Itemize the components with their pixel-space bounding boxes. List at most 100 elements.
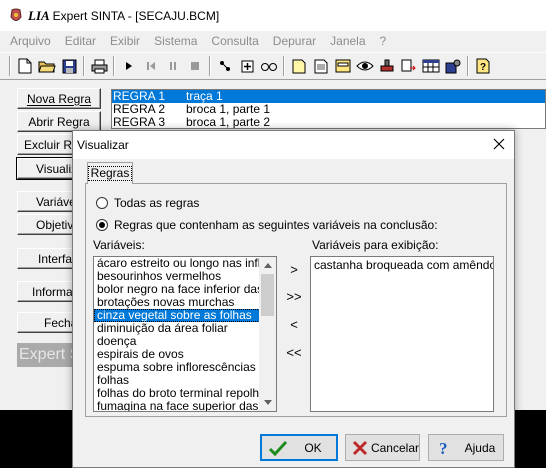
toolbar-separator bbox=[113, 56, 115, 76]
close-icon[interactable] bbox=[490, 135, 508, 153]
menu-consulta[interactable]: Consulta bbox=[211, 34, 258, 48]
variable-item[interactable]: fumagina na face superior das folh bbox=[94, 400, 260, 411]
rules-list[interactable]: REGRA 1 traça 1 REGRA 2 broca 1, parte 1 R… bbox=[111, 89, 546, 129]
question-mark-icon: ? bbox=[433, 439, 457, 457]
variable-item[interactable]: ácaro estreito ou longo nas inflores bbox=[94, 257, 260, 270]
add-all-variables-button[interactable]: >> bbox=[284, 286, 304, 306]
menu-editar[interactable]: Editar bbox=[65, 34, 96, 48]
title-bar: LIA Expert SINTA - [SECAJU.BCM] bbox=[0, 0, 546, 31]
scroll-up-icon[interactable] bbox=[259, 257, 276, 274]
toolbar-separator bbox=[9, 56, 11, 76]
watch-icon[interactable] bbox=[258, 55, 280, 77]
variables-list[interactable]: ácaro estreito ou longo nas inflores bes… bbox=[93, 256, 277, 412]
stop-icon[interactable] bbox=[184, 55, 206, 77]
add-variable-button[interactable]: > bbox=[284, 259, 304, 279]
stamp-icon[interactable] bbox=[376, 55, 398, 77]
cross-icon bbox=[350, 440, 371, 456]
objectives-label: Objetiv bbox=[36, 217, 74, 232]
rule-id: REGRA 3 bbox=[113, 115, 166, 129]
display-variables-list[interactable]: castanha broqueada com amêndoa to bbox=[310, 256, 494, 412]
menu-janela[interactable]: Janela bbox=[330, 34, 365, 48]
table-icon[interactable] bbox=[420, 55, 442, 77]
app-logo-icon bbox=[10, 8, 22, 21]
note-icon[interactable] bbox=[288, 55, 310, 77]
toolbar-separator bbox=[283, 56, 285, 76]
radio-rules-with-variables[interactable]: Regras que contenham as seguintes variáv… bbox=[96, 218, 438, 232]
eye-icon[interactable] bbox=[354, 55, 376, 77]
menu-depurar[interactable]: Depurar bbox=[273, 34, 316, 48]
radio-vars-indicator bbox=[96, 219, 108, 231]
variable-item[interactable]: brotações novas murchas bbox=[94, 296, 260, 309]
view-label: Visualiz bbox=[36, 161, 78, 176]
ok-button[interactable]: OK bbox=[260, 434, 338, 461]
variables-scrollbar[interactable] bbox=[259, 257, 276, 411]
toolbar: ? bbox=[0, 52, 546, 80]
document-icon[interactable] bbox=[310, 55, 332, 77]
rule-row[interactable]: REGRA 3 broca 1, parte 2 bbox=[112, 116, 545, 129]
dialog-title-bar: Visualizar bbox=[73, 131, 514, 159]
new-rule-button[interactable]: Nova Regra bbox=[17, 88, 101, 109]
variable-item[interactable]: diminuição da área foliar bbox=[94, 322, 260, 335]
menu-bar: Arquivo Editar Exibir Sistema Consulta D… bbox=[0, 31, 546, 51]
svg-text:?: ? bbox=[480, 62, 486, 73]
variables-label: Variáveis: bbox=[93, 238, 145, 252]
menu-help[interactable]: ? bbox=[380, 34, 387, 48]
variable-item[interactable]: besourinhos vermelhos bbox=[94, 270, 260, 283]
form-icon[interactable] bbox=[332, 55, 354, 77]
variable-item[interactable]: doença bbox=[94, 335, 260, 348]
variable-item[interactable]: espuma sobre inflorescências ou n bbox=[94, 361, 260, 374]
help-label: Ajuda bbox=[464, 440, 496, 455]
save-icon[interactable] bbox=[58, 55, 80, 77]
settings-icon[interactable] bbox=[442, 55, 464, 77]
menu-exibir[interactable]: Exibir bbox=[110, 34, 140, 48]
step-back-icon[interactable] bbox=[140, 55, 162, 77]
remove-variable-button[interactable]: < bbox=[284, 314, 304, 334]
toolbar-separator bbox=[467, 56, 469, 76]
open-rule-button[interactable]: Abrir Regra bbox=[17, 111, 101, 132]
remove-all-variables-button[interactable]: << bbox=[284, 342, 304, 362]
checkmark-icon bbox=[266, 440, 290, 456]
scroll-down-icon[interactable] bbox=[259, 394, 276, 411]
menu-arquivo[interactable]: Arquivo bbox=[10, 34, 51, 48]
new-rule-label: Nova Regra bbox=[26, 91, 92, 106]
view-dialog: Visualizar Regras Todas as regras Regras… bbox=[72, 130, 515, 468]
radio-all-rules[interactable]: Todas as regras bbox=[96, 196, 199, 210]
add-icon[interactable] bbox=[236, 55, 258, 77]
svg-text:?: ? bbox=[439, 439, 448, 457]
variables-button-label: Variáve bbox=[36, 194, 76, 209]
cancel-button[interactable]: Cancelar bbox=[345, 434, 420, 461]
print-icon[interactable] bbox=[88, 55, 110, 77]
help-button[interactable]: ? Ajuda bbox=[428, 434, 504, 461]
variable-item[interactable]: bolor negro na face inferior das foll bbox=[94, 283, 260, 296]
display-variable-item[interactable]: castanha broqueada com amêndoa to bbox=[311, 259, 493, 272]
menu-sistema[interactable]: Sistema bbox=[154, 34, 197, 48]
variable-item[interactable]: folhas bbox=[94, 374, 260, 387]
tab-rules[interactable]: Regras bbox=[87, 162, 133, 184]
scrollbar-thumb[interactable] bbox=[261, 274, 274, 316]
export-icon[interactable] bbox=[398, 55, 420, 77]
help-icon[interactable]: ? bbox=[472, 55, 494, 77]
new-file-icon[interactable] bbox=[14, 55, 36, 77]
rule-row[interactable]: REGRA 1 traça 1 bbox=[112, 90, 545, 103]
toolbar-separator bbox=[83, 56, 85, 76]
radio-all-indicator bbox=[96, 197, 108, 209]
delete-rule-label: Excluir Re bbox=[24, 137, 79, 152]
radio-vars-label: Regras que contenham as seguintes variáv… bbox=[114, 218, 438, 232]
variable-item[interactable]: espirais de ovos bbox=[94, 348, 260, 361]
play-icon[interactable] bbox=[118, 55, 140, 77]
toolbar-separator bbox=[209, 56, 211, 76]
dialog-title: Visualizar bbox=[77, 138, 129, 152]
radio-all-label: Todas as regras bbox=[114, 196, 200, 210]
display-variables-label: Variáveis para exibição: bbox=[312, 238, 439, 252]
rule-row[interactable]: REGRA 2 broca 1, parte 1 bbox=[112, 103, 545, 116]
variable-item[interactable]: folhas do broto terminal repolhadas bbox=[94, 387, 260, 400]
ok-label: OK bbox=[304, 440, 322, 455]
rule-description: broca 1, parte 2 bbox=[186, 115, 271, 129]
window-logo: LIA bbox=[28, 7, 50, 23]
pause-icon[interactable] bbox=[162, 55, 184, 77]
window-title: LIA Expert SINTA - [SECAJU.BCM] bbox=[28, 8, 219, 24]
cancel-label: Cancelar bbox=[370, 440, 419, 455]
variable-item-selected[interactable]: cinza vegetal sobre as folhas bbox=[94, 309, 260, 322]
open-folder-icon[interactable] bbox=[36, 55, 58, 77]
debug-icon[interactable] bbox=[214, 55, 236, 77]
